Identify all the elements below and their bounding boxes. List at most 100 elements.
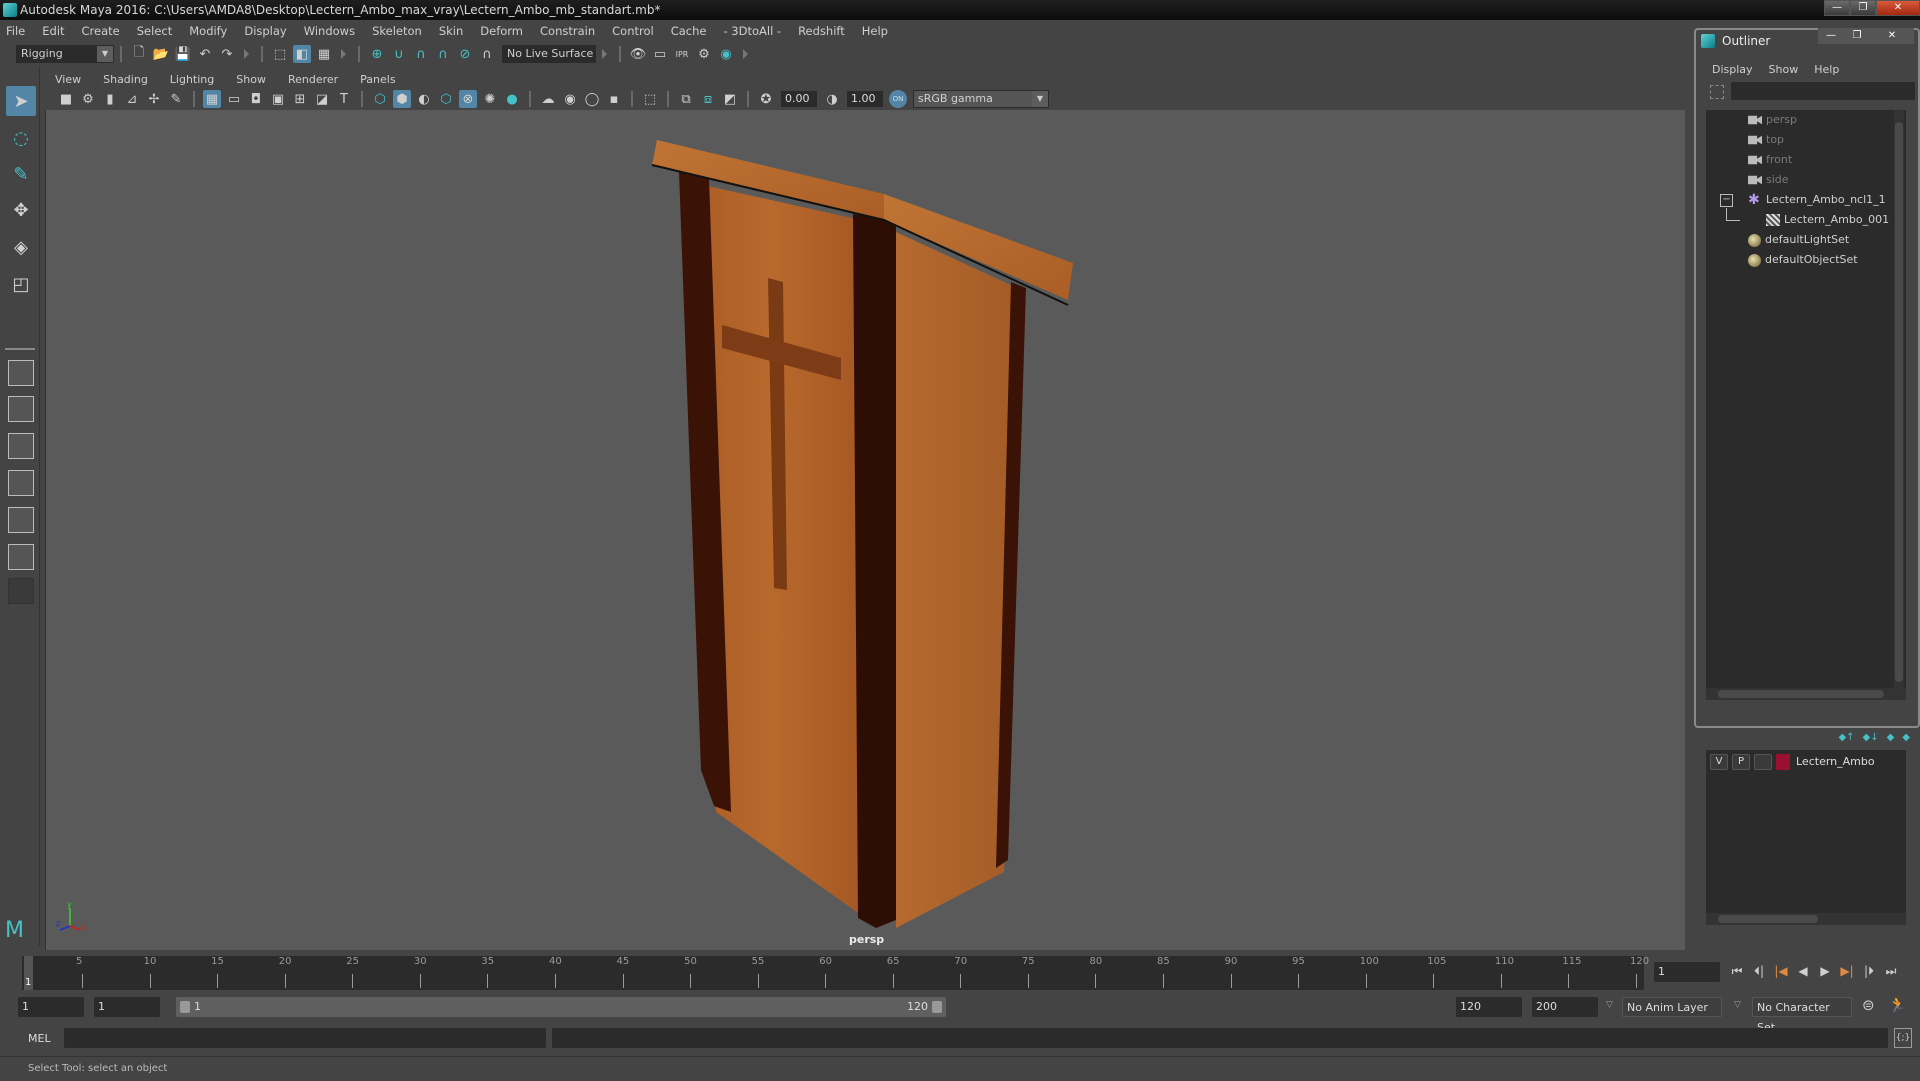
new-layer-icon[interactable]: ◆ [1887,732,1895,743]
current-frame-field[interactable]: 1 [1654,962,1720,982]
outliner-item-front[interactable]: front [1748,150,1792,170]
paint-select-tool-button[interactable]: ✎ [6,159,36,189]
outliner-search-input[interactable] [1731,82,1915,100]
outliner-item-side[interactable]: side [1748,170,1789,190]
animation-start-field[interactable]: 1 [18,997,84,1017]
outliner-item-persp[interactable]: persp [1748,110,1797,130]
lasso-tool-button[interactable]: ◌ [6,123,36,153]
outliner-item-lectern-ambo-group[interactable]: ✱ Lectern_Ambo_ncl1_1 [1748,190,1886,210]
go-to-end-icon[interactable]: ⏭ [1882,962,1900,980]
go-to-start-icon[interactable]: ⏮ [1728,962,1746,980]
select-hierarchy-icon[interactable]: ⬚ [271,45,289,63]
collapse-toggle-icon[interactable]: − [1720,194,1733,207]
safe-title-icon[interactable]: T [335,90,353,108]
scroll-thumb[interactable] [1718,915,1818,923]
color-management-toggle[interactable]: ON [889,90,907,108]
field-chart-icon[interactable]: ⊞ [291,90,309,108]
save-scene-icon[interactable]: 💾 [174,45,192,63]
animation-preferences-icon[interactable]: 🏃 [1888,996,1907,1014]
layer-horizontal-scrollbar[interactable] [1706,913,1906,925]
menuset-dropdown[interactable]: Rigging ▼ [16,45,114,63]
anim-layer-field[interactable]: No Anim Layer [1622,997,1722,1017]
menu-skeleton[interactable]: Skeleton [372,24,422,38]
snap-grid-icon[interactable]: ⊕ [368,45,386,63]
panel-menu-view[interactable]: View [55,73,81,86]
play-forwards-icon[interactable]: ▶ [1816,962,1834,980]
grease-pencil-icon[interactable]: ✎ [167,90,185,108]
minimize-button[interactable]: — [1824,0,1850,16]
layer-display-type-toggle[interactable] [1754,754,1772,770]
motion-blur-icon[interactable]: ◉ [561,90,579,108]
resolution-gate-icon[interactable]: ◘ [247,90,265,108]
collapse-arrow-icon[interactable] [341,49,346,59]
range-end-handle[interactable] [932,1001,942,1013]
menu-control[interactable]: Control [612,24,654,38]
layer-playback-toggle[interactable]: P [1732,754,1750,770]
menu-constrain[interactable]: Constrain [540,24,595,38]
two-d-pan-zoom-icon[interactable]: ✢ [145,90,163,108]
step-forward-key-icon[interactable]: ▶| [1838,962,1856,980]
outliner-close-button[interactable]: ✕ [1870,28,1914,44]
four-view-layout-button[interactable] [8,396,34,422]
outliner-restore-button[interactable]: ❐ [1844,28,1870,44]
xray-joints-icon[interactable]: ◩ [721,90,739,108]
hypershade-persp-layout-button[interactable] [8,507,34,533]
collapse-arrow-icon[interactable] [602,49,607,59]
chevron-down-icon[interactable]: ▽ [1606,1000,1613,1010]
menu-skin[interactable]: Skin [439,24,463,38]
snap-projected-center-icon[interactable]: ∩ [434,45,452,63]
view-transform-dropdown[interactable]: sRGB gamma ▼ [913,90,1049,108]
rotate-tool-button[interactable]: ◈ [6,232,36,262]
depth-of-field-icon[interactable]: ▪ [605,90,623,108]
menu-help[interactable]: Help [862,24,888,38]
close-button[interactable]: ✕ [1876,0,1920,16]
wireframe-icon[interactable]: ⬡ [371,90,389,108]
scale-tool-button[interactable]: ◰ [6,269,36,299]
select-object-icon[interactable]: ◧ [293,45,311,63]
scroll-thumb[interactable] [1718,690,1884,698]
menu-cache[interactable]: Cache [671,24,707,38]
collapse-arrow-icon[interactable] [244,49,249,59]
film-gate-icon[interactable]: ▭ [225,90,243,108]
snap-point-icon[interactable]: ∩ [412,45,430,63]
snap-curve-icon[interactable]: ∪ [390,45,408,63]
select-component-icon[interactable]: ▦ [315,45,333,63]
move-tool-button[interactable]: ✥ [6,195,36,225]
menu-modify[interactable]: Modify [189,24,227,38]
use-all-lights-icon[interactable]: ✺ [481,90,499,108]
persp-graph-layout-button[interactable] [8,470,34,496]
grid-icon[interactable]: ▦ [203,90,221,108]
move-layer-down-icon[interactable]: ◆↓ [1863,732,1879,743]
persp-outliner-layout-button[interactable] [8,433,34,459]
menu-file[interactable]: File [6,24,25,38]
chevron-down-icon[interactable]: ▽ [1734,1000,1741,1010]
exposure-field[interactable]: 0.00 [781,91,817,107]
render-current-icon[interactable]: ▭ [651,45,669,63]
smooth-shade-icon[interactable]: ⬢ [393,90,411,108]
persp-graph-outliner-layout-button[interactable] [8,544,34,570]
play-backwards-icon[interactable]: ◀ [1794,962,1812,980]
outliner-vertical-scrollbar[interactable] [1894,110,1904,700]
filter-icon[interactable] [1710,85,1724,99]
animation-end-field[interactable]: 200 [1532,997,1598,1017]
step-back-key-icon[interactable]: |◀ [1772,962,1790,980]
camera-select-icon[interactable]: ■ [57,90,75,108]
panel-menu-lighting[interactable]: Lighting [170,73,214,86]
render-view-icon[interactable]: 👁 [629,45,647,63]
command-input[interactable] [64,1028,546,1048]
current-time-indicator[interactable]: 1 [24,956,33,990]
ipr-render-icon[interactable]: IPR [673,45,691,63]
move-layer-up-icon[interactable]: ◆↑ [1838,732,1854,743]
range-start-handle[interactable] [180,1001,190,1013]
textured-icon[interactable]: ⊗ [459,90,477,108]
single-perspective-layout-button[interactable] [8,360,34,386]
menu-create[interactable]: Create [82,24,120,38]
menu-windows[interactable]: Windows [304,24,355,38]
redo-icon[interactable]: ↷ [218,45,236,63]
script-editor-icon[interactable]: {;} [1894,1028,1912,1048]
panel-menu-renderer[interactable]: Renderer [288,73,338,86]
outliner-menu-display[interactable]: Display [1712,63,1753,76]
layout-options-button[interactable] [8,578,34,604]
open-scene-icon[interactable]: 📂 [152,45,170,63]
outliner-item-lectern-ambo-mesh[interactable]: Lectern_Ambo_001 [1766,210,1889,230]
